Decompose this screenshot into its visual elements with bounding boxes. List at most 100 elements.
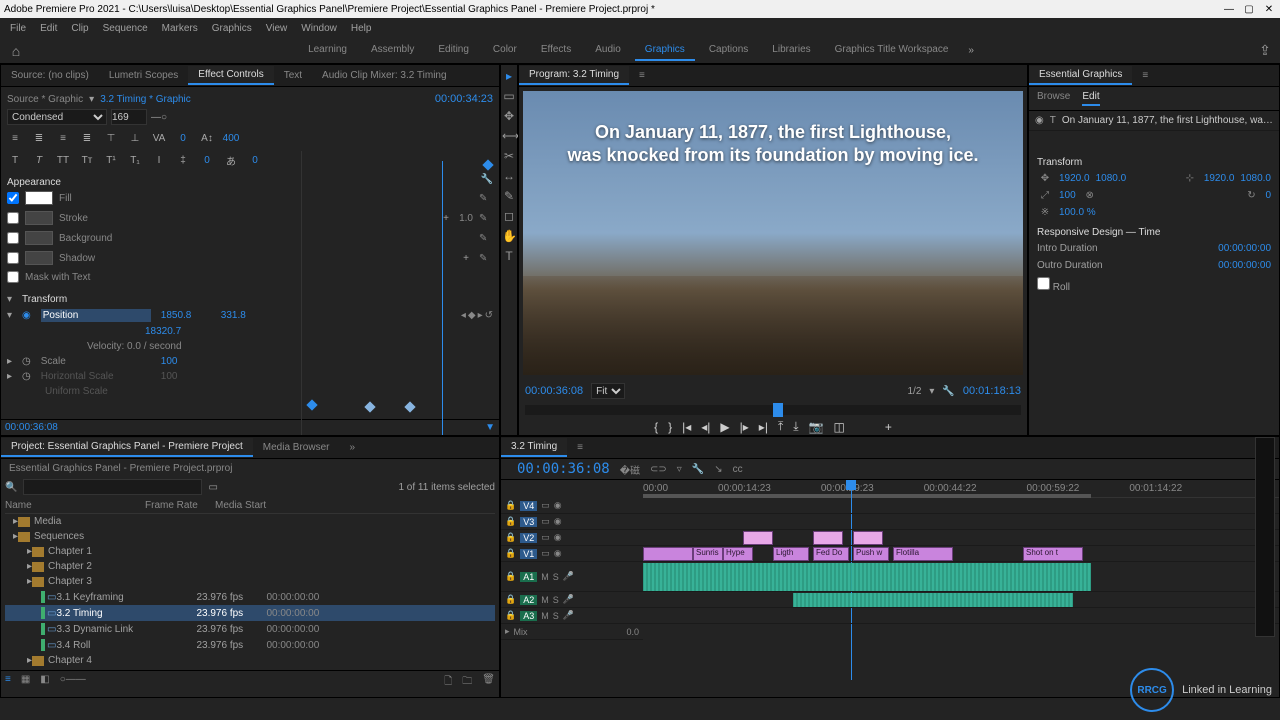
menu-window[interactable]: Window <box>295 21 343 36</box>
ec-footer-timecode[interactable]: 00:00:36:08 <box>5 422 58 433</box>
align-left-icon[interactable]: ≡ <box>7 131 23 145</box>
insert-icon[interactable]: ↘ <box>714 464 722 475</box>
scale-value[interactable]: 100 <box>161 356 211 367</box>
extract-icon[interactable]: ⤓ <box>793 419 798 434</box>
workspace-effects[interactable]: Effects <box>531 40 581 61</box>
scale-icon[interactable]: ⤢ <box>1037 190 1053 201</box>
mark-out-icon[interactable]: } <box>668 420 672 434</box>
position-x[interactable]: 1850.8 <box>161 310 211 321</box>
tool-icon[interactable]: ▭ <box>502 89 516 103</box>
scale-twirl-icon[interactable]: ▸ <box>7 356 12 367</box>
zoom-slider[interactable]: ○—— <box>60 674 86 691</box>
video-clip[interactable]: Ligth <box>773 547 809 561</box>
lock-icon[interactable]: 🔒 <box>505 516 516 527</box>
intro-duration-value[interactable]: 00:00:00:00 <box>1218 243 1271 254</box>
video-clip[interactable] <box>643 547 693 561</box>
lock-icon[interactable]: 🔒 <box>505 500 516 511</box>
chevron-down-icon[interactable]: ▾ <box>89 94 94 105</box>
align-center-icon[interactable]: ≣ <box>31 131 47 145</box>
mix-twirl-icon[interactable]: ▸ <box>505 626 510 637</box>
position-property[interactable]: Position <box>41 309 151 322</box>
bezier-handle-icon[interactable] <box>404 401 415 412</box>
program-tab[interactable]: Program: 3.2 Timing <box>519 66 629 85</box>
font-size-input[interactable] <box>111 109 147 125</box>
graphic-clip[interactable] <box>853 531 883 545</box>
zoom-fit-select[interactable]: Fit <box>591 383 625 399</box>
snap-icon[interactable]: �磁 <box>620 462 640 477</box>
workspace-assembly[interactable]: Assembly <box>361 40 424 61</box>
project-search-input[interactable] <box>23 479 202 495</box>
roll-checkbox[interactable] <box>1037 277 1050 290</box>
audio-clip[interactable] <box>643 563 1091 591</box>
col-mediastart[interactable]: Media Start <box>215 500 285 511</box>
sync-lock-icon[interactable]: ◉ <box>554 516 562 527</box>
program-scrubber[interactable] <box>525 405 1021 415</box>
scale-stopwatch-icon[interactable]: ◷ <box>22 356 31 367</box>
panel-menu-icon[interactable]: ≡ <box>567 439 593 456</box>
superscript-icon[interactable]: T¹ <box>103 153 119 167</box>
bold-icon[interactable]: T <box>7 153 23 167</box>
eg-tab-edit[interactable]: Edit <box>1082 91 1099 106</box>
lock-icon[interactable]: 🔒 <box>505 571 516 582</box>
video-clip[interactable]: Push w <box>853 547 889 561</box>
appearance-checkbox[interactable] <box>7 212 19 224</box>
eg-rotation[interactable]: 0 <box>1265 190 1271 201</box>
font-size-slider-icon[interactable]: —○ <box>151 112 167 123</box>
workspace-graphics-title-workspace[interactable]: Graphics Title Workspace <box>825 40 959 61</box>
track-label[interactable]: V4 <box>520 501 537 511</box>
button-editor-icon[interactable]: + <box>885 420 892 434</box>
audio-track[interactable] <box>643 592 1279 608</box>
tool-icon[interactable]: ✎ <box>502 189 516 203</box>
position-icon[interactable]: ✥ <box>1037 173 1053 184</box>
eg-tab-browse[interactable]: Browse <box>1037 91 1070 106</box>
delete-icon[interactable]: 🗑 <box>482 674 495 691</box>
mark-in-icon[interactable]: { <box>654 420 658 434</box>
resolution-label[interactable]: 1/2 <box>907 386 921 397</box>
ec-playhead[interactable] <box>442 161 443 436</box>
track-label[interactable]: A2 <box>520 595 537 605</box>
menu-sequence[interactable]: Sequence <box>97 21 154 36</box>
ec-sequence-label[interactable]: 3.2 Timing * Graphic <box>100 94 191 105</box>
solo-icon[interactable]: S <box>553 611 559 621</box>
eg-scale[interactable]: 100 <box>1059 190 1076 201</box>
project-item[interactable]: ▸Chapter 1 <box>5 544 495 559</box>
window-minimize-icon[interactable]: — <box>1222 4 1236 15</box>
workspace-audio[interactable]: Audio <box>585 40 631 61</box>
project-item[interactable]: ▸Sequences <box>5 529 495 544</box>
new-item-icon[interactable]: 🗋 <box>444 674 452 691</box>
export-frame-icon[interactable]: 📷 <box>809 420 824 434</box>
leading-icon[interactable]: A↕ <box>199 131 215 145</box>
view-freeform-icon[interactable]: ◧ <box>40 674 49 691</box>
source-tab[interactable]: Effect Controls <box>188 66 273 85</box>
appearance-checkbox[interactable] <box>7 192 19 204</box>
graphic-clip[interactable] <box>813 531 843 545</box>
video-track[interactable] <box>643 498 1279 514</box>
text-layer-name[interactable]: On January 11, 1877, the first Lighthous… <box>1062 115 1273 126</box>
appearance-checkbox[interactable] <box>7 232 19 244</box>
video-clip[interactable]: Shot on t <box>1023 547 1083 561</box>
step-back-icon[interactable]: ◂| <box>701 420 710 434</box>
sync-lock-icon[interactable]: ◉ <box>554 500 562 511</box>
source-tab[interactable]: Source: (no clips) <box>1 67 99 84</box>
project-item[interactable]: ▸Chapter 2 <box>5 559 495 574</box>
outro-duration-value[interactable]: 00:00:00:00 <box>1218 260 1271 271</box>
menu-markers[interactable]: Markers <box>156 21 204 36</box>
video-clip[interactable]: Flotilla <box>893 547 953 561</box>
baseline-icon[interactable]: ‡ <box>175 153 191 167</box>
timeline-tab[interactable]: 3.2 Timing <box>501 438 567 457</box>
workspace-editing[interactable]: Editing <box>428 40 479 61</box>
workspace-captions[interactable]: Captions <box>699 40 758 61</box>
align-justify-icon[interactable]: ≣ <box>79 131 95 145</box>
source-tab[interactable]: Audio Clip Mixer: 3.2 Timing <box>312 67 457 84</box>
menu-view[interactable]: View <box>260 21 294 36</box>
program-viewer[interactable]: On January 11, 1877, the first Lighthous… <box>523 91 1023 375</box>
search-icon[interactable]: 🔍 <box>5 482 17 493</box>
menu-edit[interactable]: Edit <box>34 21 63 36</box>
text-layer-icon[interactable]: T <box>1050 115 1056 126</box>
tool-icon[interactable]: ✥ <box>502 109 516 123</box>
eg-pos-x[interactable]: 1920.0 <box>1059 173 1090 184</box>
chevron-down-icon[interactable]: ▾ <box>929 386 934 397</box>
share-icon[interactable]: ⇪ <box>1250 42 1280 59</box>
col-name[interactable]: Name <box>5 500 145 511</box>
window-maximize-icon[interactable]: ▢ <box>1242 4 1256 15</box>
